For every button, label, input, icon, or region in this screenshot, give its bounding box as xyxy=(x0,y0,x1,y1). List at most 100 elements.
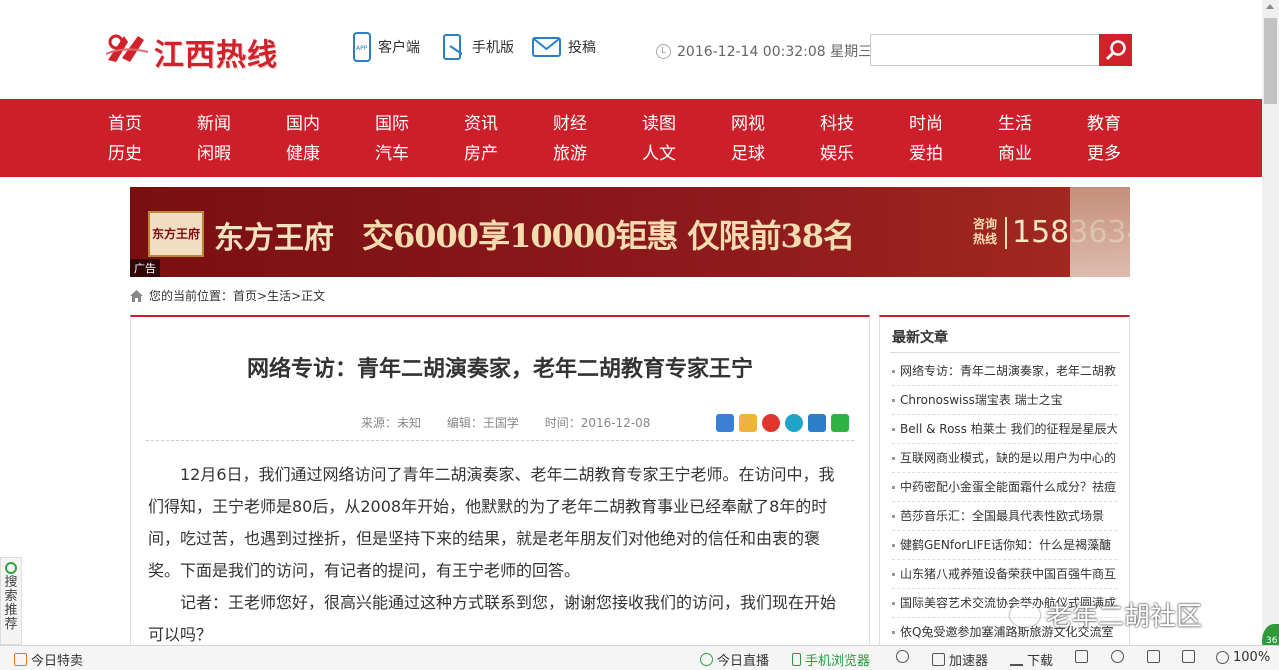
latest-article-link[interactable]: 中药密配小金蛋全能面霜什么成分？祛痘 xyxy=(892,473,1117,502)
nav-item-education[interactable]: 教育 xyxy=(1074,109,1134,139)
nav-item-history[interactable]: 历史 xyxy=(95,139,155,169)
search-recommend-widget[interactable]: 搜索推荐 xyxy=(0,557,22,645)
nav-item-life[interactable]: 生活 xyxy=(985,109,1045,139)
share-weibo-icon[interactable] xyxy=(762,414,780,432)
breadcrumb-home[interactable]: 首页 xyxy=(233,287,257,304)
ad-consult-label: 咨询热线 xyxy=(973,217,998,246)
latest-article-link[interactable]: 健鹤GENforLIFE话你知：什么是褐藻醣 xyxy=(892,531,1117,560)
ad-banner[interactable]: 东方王府 东方王府 交6000享10000钜惠 仅限前38名 咨询热线 1583… xyxy=(130,187,1130,277)
nav-item-fashion[interactable]: 时尚 xyxy=(896,109,956,139)
nav-item-travel[interactable]: 旅游 xyxy=(540,139,600,169)
logo-text: 江西热线 xyxy=(154,38,278,73)
vertical-scrollbar[interactable] xyxy=(1262,0,1279,670)
client-app-link[interactable]: APP 客户端 xyxy=(352,32,420,62)
status-tool-2[interactable] xyxy=(1111,650,1128,663)
nav-item-domestic[interactable]: 国内 xyxy=(273,109,333,139)
status-deals[interactable]: 今日特卖 xyxy=(14,650,83,669)
share-renren-icon[interactable] xyxy=(808,414,826,432)
status-accelerator[interactable]: 加速器 xyxy=(932,650,988,669)
status-deals-label: 今日特卖 xyxy=(31,654,84,669)
client-app-label: 客户端 xyxy=(378,40,420,56)
nav-item-tech[interactable]: 科技 xyxy=(807,109,867,139)
nav-item-pictures[interactable]: 读图 xyxy=(629,109,689,139)
latest-article-link[interactable]: 芭莎音乐汇：全国最具代表性欧式场景 xyxy=(892,502,1117,531)
status-volume[interactable] xyxy=(1182,650,1199,663)
breadcrumb-section[interactable]: 生活 xyxy=(267,287,291,304)
status-tool-1[interactable] xyxy=(1075,650,1092,663)
nav-column: 时尚 爱拍 xyxy=(896,109,956,169)
latest-article-link[interactable]: 山东猪八戒养殖设备荣获中国百强牛商互 xyxy=(892,560,1117,589)
nav-column: 财经 旅游 xyxy=(540,109,600,169)
nav-item-auto[interactable]: 汽车 xyxy=(362,139,422,169)
wechat-icon xyxy=(1010,602,1040,627)
ad-building-image xyxy=(1070,187,1130,277)
submit-article-link[interactable]: 投稿 xyxy=(532,32,596,62)
nav-item-health[interactable]: 健康 xyxy=(273,139,333,169)
nav-column: 首页 历史 xyxy=(95,109,155,169)
ad-seal-logo: 东方王府 xyxy=(148,211,204,257)
browser-status-bar: 今日特卖 今日直播 手机浏览器 加速器 下载 100% xyxy=(0,645,1279,670)
latest-article-link[interactable]: Chronoswiss瑞宝表 瑞士之宝 xyxy=(892,386,1117,415)
breadcrumb-prefix: 您的当前位置： xyxy=(149,289,234,303)
status-zoom-label: 100% xyxy=(1233,650,1271,665)
app-icon: APP xyxy=(353,32,371,62)
scrollbar-thumb[interactable] xyxy=(1264,18,1277,104)
nav-column: 新闻 闲暇 xyxy=(184,109,244,169)
article-paragraph: 12月6日，我们通过网络访问了青年二胡演奏家、老年二胡教育专家王宁老师。在访问中… xyxy=(148,465,835,580)
nav-item-info[interactable]: 资讯 xyxy=(451,109,511,139)
logo-mark-icon xyxy=(105,34,149,62)
nav-item-culture[interactable]: 人文 xyxy=(629,139,689,169)
latest-article-link[interactable]: 网络专访：青年二胡演奏家，老年二胡教 xyxy=(892,357,1117,386)
nav-item-video[interactable]: 网视 xyxy=(718,109,778,139)
status-live[interactable]: 今日直播 xyxy=(700,650,769,669)
status-tool-3[interactable] xyxy=(1147,650,1164,663)
nav-item-realestate[interactable]: 房产 xyxy=(451,139,511,169)
ad-brand: 东方王府 xyxy=(214,221,334,256)
search-icon xyxy=(1105,40,1126,61)
ad-divider xyxy=(1005,217,1007,249)
status-download-label: 下载 xyxy=(1027,654,1054,669)
status-accelerator-label: 加速器 xyxy=(949,654,989,669)
refresh-icon xyxy=(896,650,909,663)
nav-item-finance[interactable]: 财经 xyxy=(540,109,600,139)
nav-column: 读图 人文 xyxy=(629,109,689,169)
search-button[interactable] xyxy=(1099,34,1132,66)
rocket-icon xyxy=(932,653,945,666)
ad-offer: 交6000享10000钜惠 仅限前38名 xyxy=(362,217,855,255)
breadcrumb-current: 正文 xyxy=(301,289,326,303)
article-panel: 网络专访：青年二胡演奏家，老年二胡教育专家王宁 来源：未知 编辑：王国学 时间：… xyxy=(130,315,870,670)
share-more-icon[interactable] xyxy=(716,414,734,432)
mobile-icon xyxy=(443,34,463,60)
nav-item-international[interactable]: 国际 xyxy=(362,109,422,139)
nav-item-news[interactable]: 新闻 xyxy=(184,109,244,139)
search-input[interactable] xyxy=(870,34,1100,66)
nav-column: 国内 健康 xyxy=(273,109,333,169)
browser-page: 江西热线 APP 客户端 手机版 投稿 2016-12-14 00:32:08 … xyxy=(0,0,1279,670)
breadcrumb: 您的当前位置： 首页 > 生活 > 正文 xyxy=(130,287,325,304)
nav-item-entertainment[interactable]: 娱乐 xyxy=(807,139,867,169)
latest-articles-title: 最新文章 xyxy=(892,330,948,346)
status-download[interactable]: 下载 xyxy=(1010,650,1053,669)
nav-item-football[interactable]: 足球 xyxy=(718,139,778,169)
status-mobile-browser[interactable]: 手机浏览器 xyxy=(792,650,870,669)
article-time: 时间：2016-12-08 xyxy=(544,416,651,430)
nav-item-business[interactable]: 商业 xyxy=(985,139,1045,169)
share-wechat-icon[interactable] xyxy=(831,414,849,432)
share-qzone-icon[interactable] xyxy=(739,414,757,432)
latest-article-link[interactable]: Bell & Ross 柏莱士 我们的征程是星辰大 xyxy=(892,415,1117,444)
nav-item-home[interactable]: 首页 xyxy=(95,109,155,139)
nav-item-more[interactable]: 更多 xyxy=(1074,139,1134,169)
share-tencent-weibo-icon[interactable] xyxy=(785,414,803,432)
status-zoom[interactable]: 100% xyxy=(1216,650,1270,665)
site-logo[interactable]: 江西热线 xyxy=(104,28,284,73)
submit-article-label: 投稿 xyxy=(568,40,596,56)
search-recommend-label: 搜索推荐 xyxy=(4,575,18,632)
screenshot-icon xyxy=(1111,650,1124,663)
nav-item-photo[interactable]: 爱拍 xyxy=(896,139,956,169)
status-refresh[interactable] xyxy=(896,650,913,663)
latest-article-link[interactable]: 互联网商业模式，缺的是以用户为中心的 xyxy=(892,444,1117,473)
nav-item-leisure[interactable]: 闲暇 xyxy=(184,139,244,169)
mobile-version-link[interactable]: 手机版 xyxy=(442,32,514,62)
download-icon xyxy=(1010,653,1023,666)
scroll-up-arrow-icon[interactable] xyxy=(1266,4,1274,9)
